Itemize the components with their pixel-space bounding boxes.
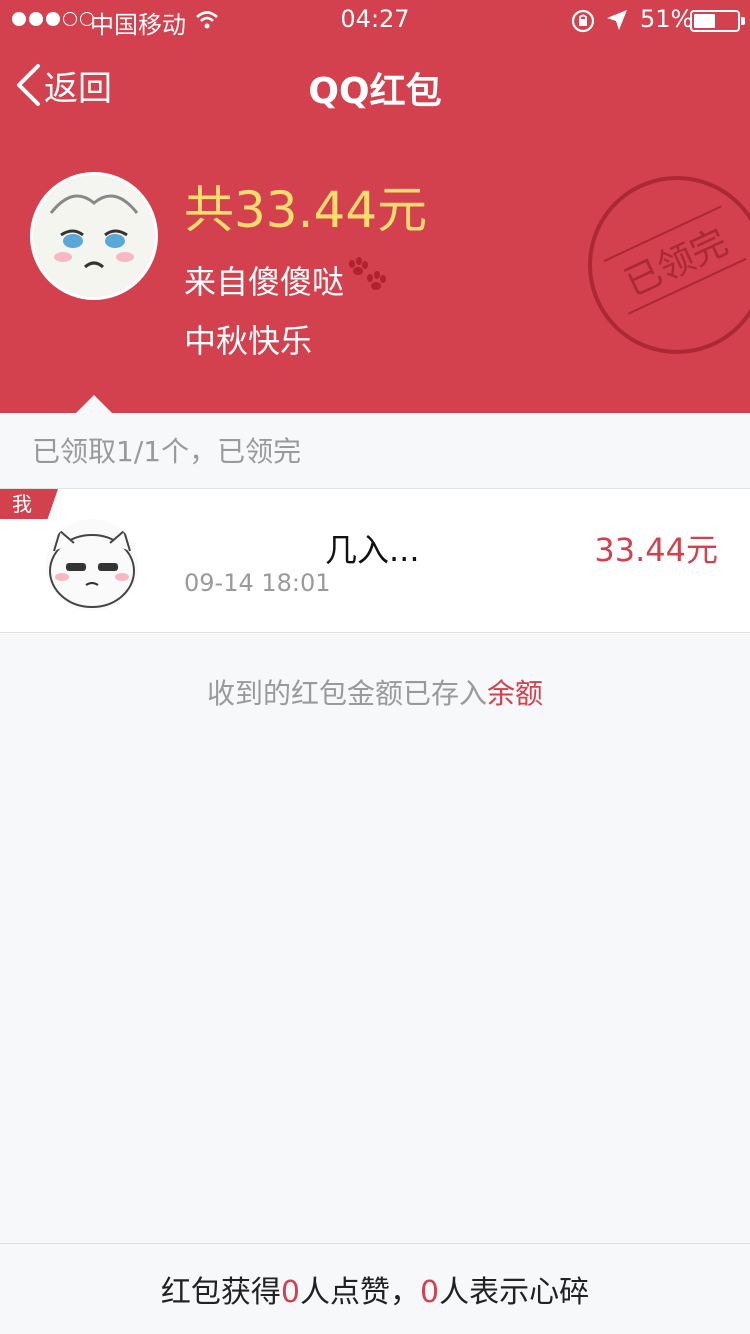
balance-note: 收到的红包金额已存入余额	[0, 672, 750, 712]
balance-link[interactable]: 余额	[487, 677, 543, 710]
reaction-footer[interactable]: 红包获得0人点赞，0人表示心碎	[0, 1243, 750, 1334]
status-bar: 中国移动 04:27 51%	[0, 0, 750, 40]
receiver-name: 几入...	[325, 531, 420, 569]
paw-print-icon	[344, 256, 388, 304]
footer-middle: 人点赞，	[300, 1275, 420, 1310]
list-item[interactable]: 我 几入... 09-14 18:01 33.44元	[0, 489, 750, 633]
pointer-triangle	[75, 395, 113, 413]
likes-count: 0	[280, 1275, 300, 1310]
claim-summary: 已领取1/1个，已领完	[0, 413, 750, 489]
sender-name: 来自傻傻哒	[184, 263, 345, 301]
rotation-lock-icon	[570, 8, 596, 40]
total-amount: 共33.44元	[184, 181, 428, 239]
sender-avatar[interactable]	[30, 172, 158, 300]
me-badge: 我	[0, 489, 58, 519]
footer-prefix: 红包获得	[160, 1275, 281, 1310]
battery-percentage: 51%	[640, 5, 694, 33]
receiver-avatar[interactable]	[46, 519, 138, 611]
battery-icon	[690, 10, 745, 32]
footer-suffix: 人表示心碎	[439, 1275, 590, 1310]
status-time: 04:27	[340, 5, 410, 33]
battery-level	[694, 14, 716, 28]
hearts-count: 0	[420, 1275, 440, 1310]
location-arrow-icon	[605, 8, 629, 38]
blessing-message: 中秋快乐	[184, 322, 313, 360]
sender-line: 来自傻傻哒	[184, 256, 388, 304]
page-title: QQ红包	[308, 71, 442, 112]
red-packet-header: 中国移动 04:27 51% 返回 QQ红包 共33.44元 来自傻傻哒 中秋快…	[0, 0, 750, 413]
received-amount: 33.44元	[594, 531, 718, 569]
balance-note-text: 收到的红包金额已存入	[206, 677, 487, 710]
receive-time: 09-14 18:01	[184, 569, 331, 597]
